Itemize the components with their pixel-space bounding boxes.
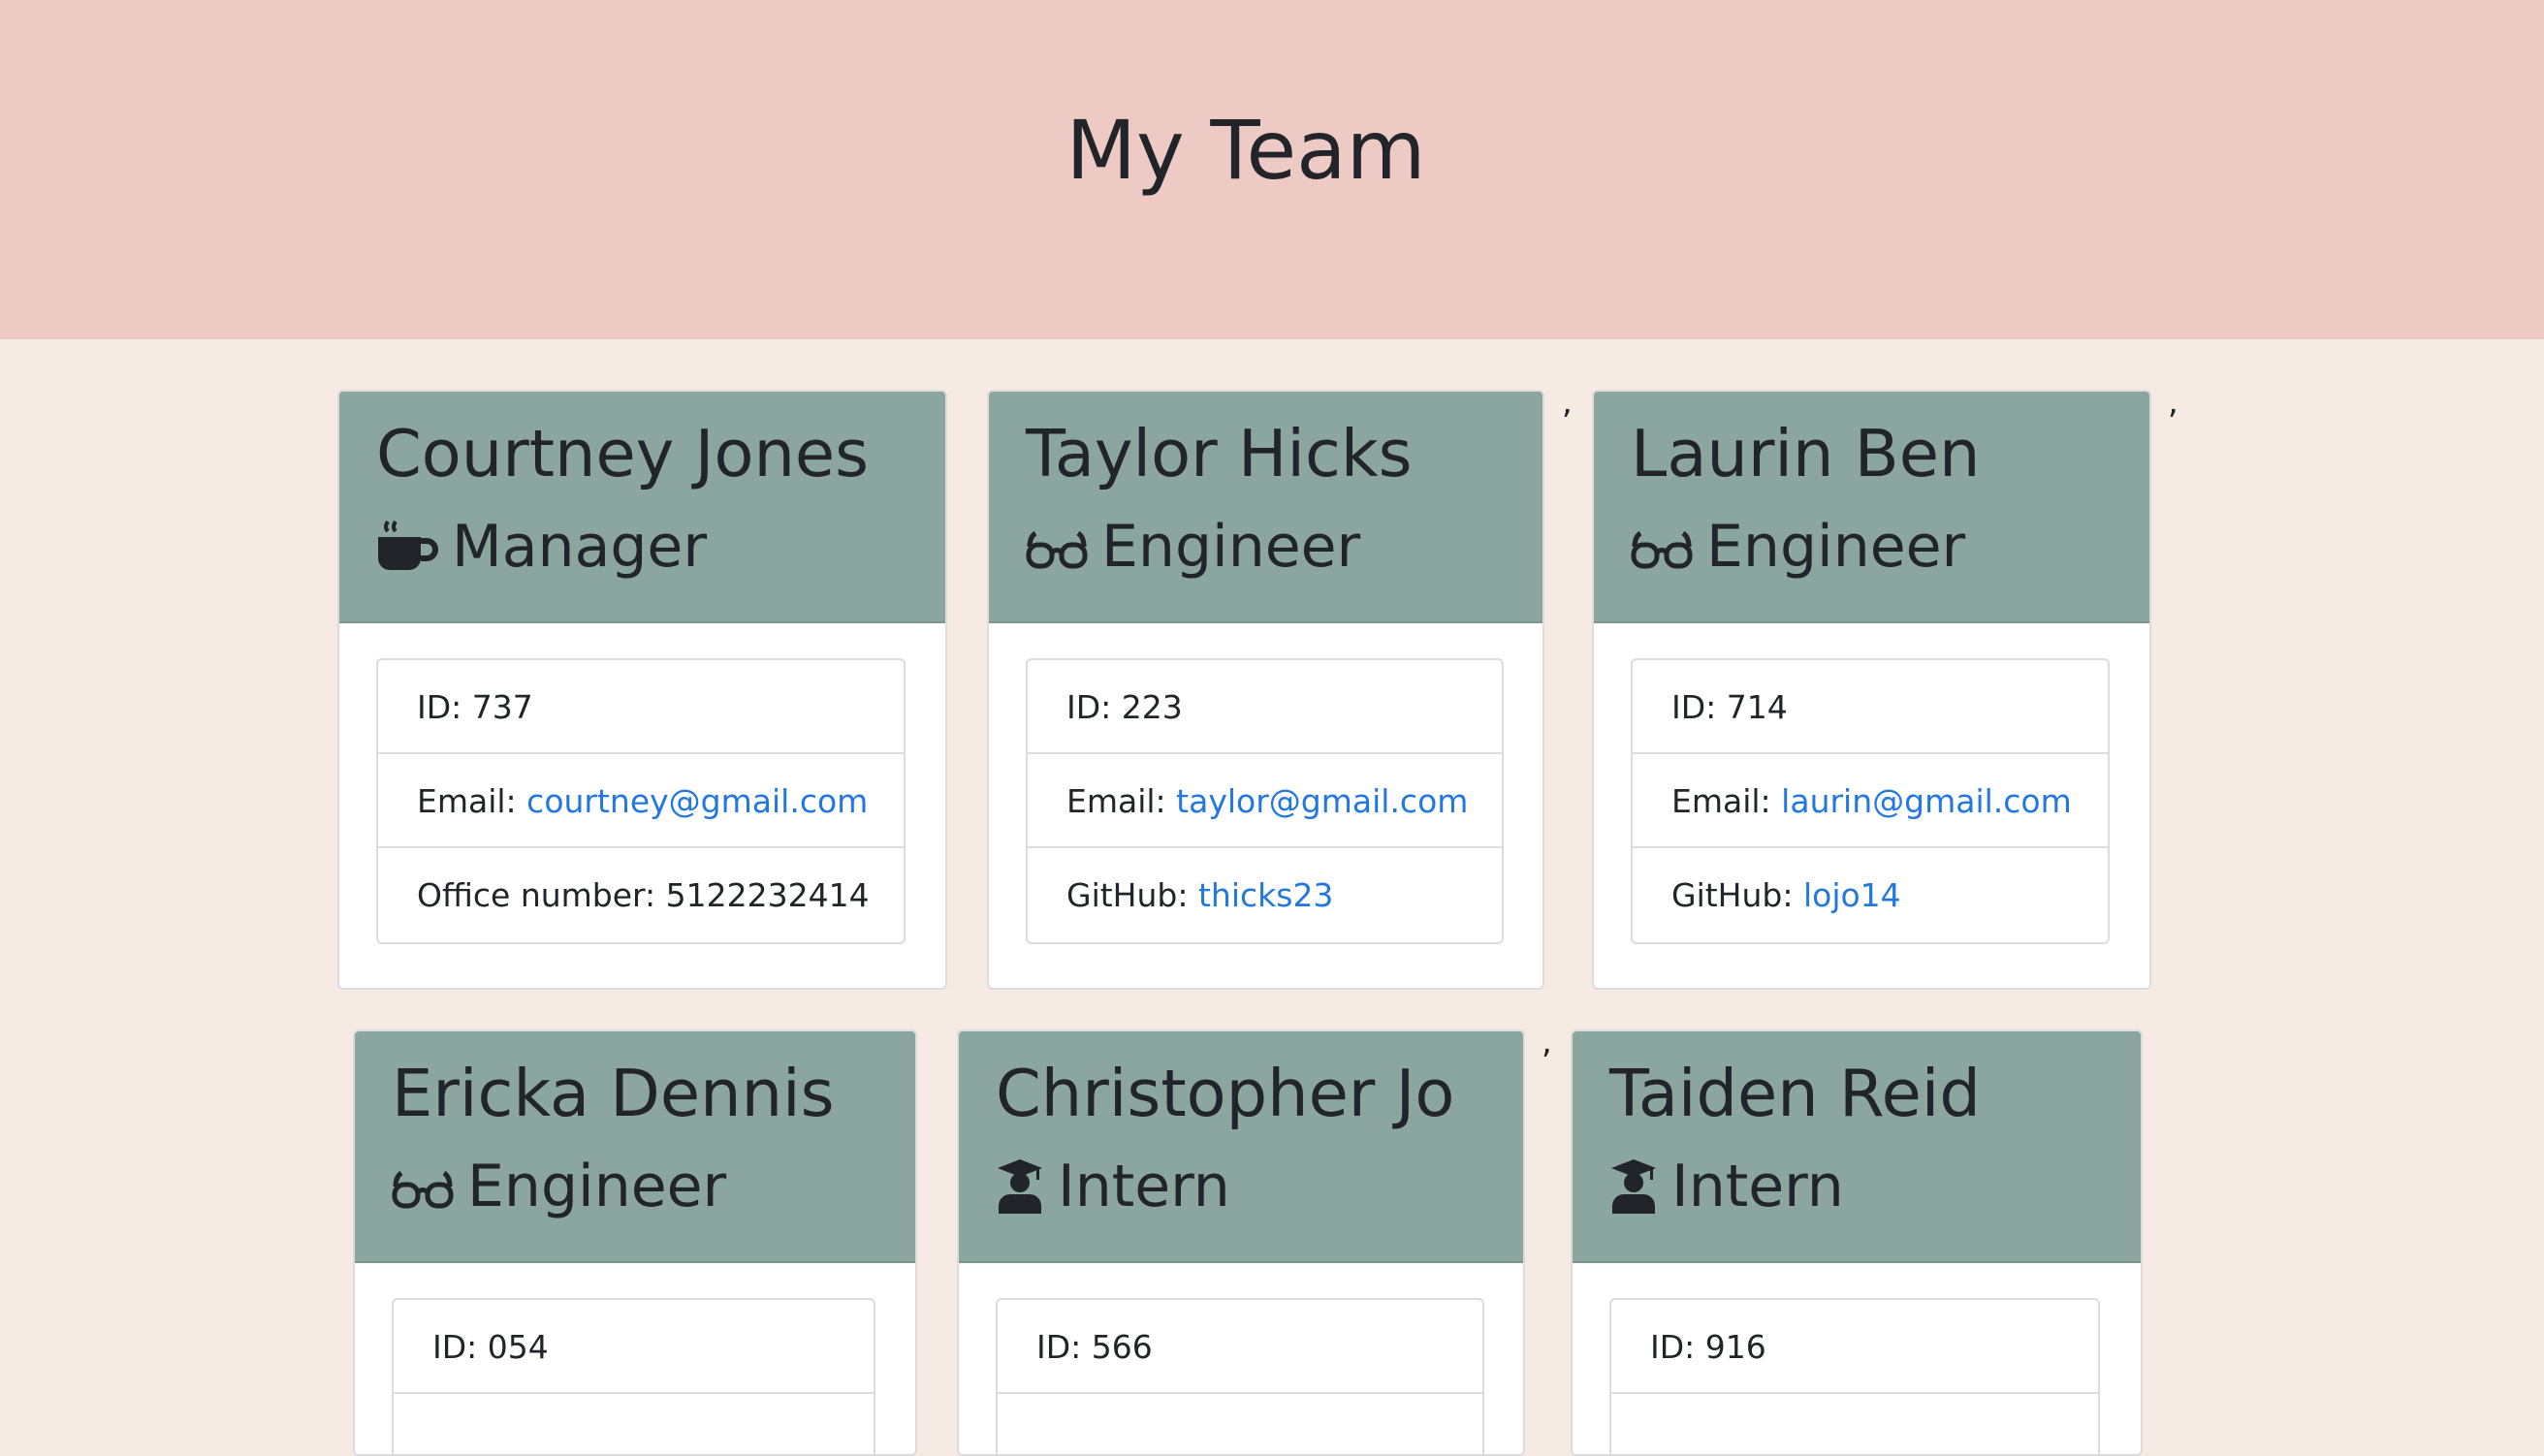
employee-role: Engineer bbox=[1026, 498, 1360, 595]
employee-card-engineer: Taylor Hicks Engineer ID: 223 Email: tay… bbox=[987, 390, 1544, 990]
employee-id: ID: 714 bbox=[1633, 660, 2108, 754]
employee-name: Ericka Dennis bbox=[392, 1056, 835, 1131]
github-link[interactable]: lojo14 bbox=[1803, 876, 1901, 914]
employee-name: Taiden Reid bbox=[1609, 1056, 1981, 1131]
employee-email-row: Email: taylor@gmail.com bbox=[1028, 754, 1502, 848]
employee-details: ID: 566 bbox=[996, 1298, 1484, 1454]
employee-id: ID: 916 bbox=[1611, 1300, 2098, 1394]
employee-id: ID: 054 bbox=[394, 1300, 874, 1394]
employee-role: Intern bbox=[1609, 1138, 1844, 1235]
separator-comma: , bbox=[1562, 383, 1573, 422]
email-link[interactable]: courtney@gmail.com bbox=[526, 782, 868, 820]
email-link[interactable]: laurin@gmail.com bbox=[1781, 782, 2072, 820]
employee-github-row: GitHub: lojo14 bbox=[1633, 848, 2108, 942]
email-label: Email: bbox=[1671, 782, 1782, 820]
employee-name: Laurin Ben bbox=[1631, 416, 1981, 491]
employee-details: ID: 054 bbox=[392, 1298, 875, 1454]
email-label: Email: bbox=[417, 782, 527, 820]
employee-email-row: Email: courtney@gmail.com bbox=[378, 754, 904, 848]
employee-details: ID: 737 Email: courtney@gmail.com Office… bbox=[376, 658, 906, 944]
github-label: GitHub: bbox=[1066, 876, 1198, 914]
glasses-icon bbox=[392, 1157, 454, 1216]
glasses-icon bbox=[1631, 518, 1693, 576]
employee-id: ID: 223 bbox=[1028, 660, 1502, 754]
employee-role: Engineer bbox=[392, 1138, 726, 1235]
role-label: Engineer bbox=[1101, 513, 1361, 581]
employee-name: Christopher Jo bbox=[996, 1056, 1455, 1131]
employee-id: ID: 737 bbox=[378, 660, 904, 754]
employee-details: ID: 714 Email: laurin@gmail.com GitHub: … bbox=[1631, 658, 2110, 944]
card-header: Christopher Jo Intern bbox=[959, 1031, 1523, 1263]
separator-comma: , bbox=[1542, 1023, 1552, 1061]
employee-name: Courtney Jones bbox=[376, 416, 870, 491]
role-label: Intern bbox=[1671, 1153, 1844, 1220]
employee-details: ID: 916 bbox=[1609, 1298, 2100, 1454]
employee-card-intern: Christopher Jo Intern ID: 566 bbox=[957, 1029, 1525, 1456]
office-number-label: Office number: 5122232414 bbox=[417, 876, 870, 914]
employee-email-row: Email: laurin@gmail.com bbox=[1633, 754, 2108, 848]
employee-card-manager: Courtney Jones Manager ID: 737 Email: co… bbox=[337, 390, 947, 990]
card-header: Taylor Hicks Engineer bbox=[989, 392, 1542, 623]
employee-id: ID: 566 bbox=[998, 1300, 1482, 1394]
github-link[interactable]: thicks23 bbox=[1198, 876, 1333, 914]
employee-email-row bbox=[394, 1394, 874, 1454]
role-label: Engineer bbox=[1706, 513, 1966, 581]
role-label: Intern bbox=[1058, 1153, 1230, 1220]
employee-name: Taylor Hicks bbox=[1026, 416, 1413, 491]
employee-email-row bbox=[1611, 1394, 2098, 1454]
graduate-icon bbox=[996, 1157, 1044, 1216]
card-header: Taiden Reid Intern bbox=[1573, 1031, 2141, 1263]
employee-role: Manager bbox=[376, 498, 707, 595]
graduate-icon bbox=[1609, 1157, 1658, 1216]
employee-card-engineer: Ericka Dennis Engineer ID: 054 bbox=[353, 1029, 917, 1456]
role-label: Engineer bbox=[467, 1153, 727, 1220]
employee-email-row bbox=[998, 1394, 1482, 1454]
mug-icon bbox=[376, 518, 438, 576]
employee-role: Engineer bbox=[1631, 498, 1965, 595]
employee-github-row: GitHub: thicks23 bbox=[1028, 848, 1502, 942]
employee-card-engineer: Laurin Ben Engineer ID: 714 Email: lauri… bbox=[1592, 390, 2151, 990]
email-label: Email: bbox=[1066, 782, 1177, 820]
separator-comma: , bbox=[2168, 383, 2178, 422]
employee-details: ID: 223 Email: taylor@gmail.com GitHub: … bbox=[1026, 658, 1504, 944]
employee-role: Intern bbox=[996, 1138, 1230, 1235]
role-label: Manager bbox=[452, 513, 707, 581]
glasses-icon bbox=[1026, 518, 1088, 576]
page-header: My Team bbox=[0, 0, 2544, 339]
card-header: Ericka Dennis Engineer bbox=[355, 1031, 915, 1263]
email-link[interactable]: taylor@gmail.com bbox=[1176, 782, 1468, 820]
employee-card-intern: Taiden Reid Intern ID: 916 bbox=[1571, 1029, 2143, 1456]
card-header: Courtney Jones Manager bbox=[339, 392, 945, 623]
employee-office-number: Office number: 5122232414 bbox=[378, 848, 904, 942]
page-title: My Team bbox=[1065, 103, 1426, 198]
github-label: GitHub: bbox=[1671, 876, 1803, 914]
card-header: Laurin Ben Engineer bbox=[1594, 392, 2149, 623]
